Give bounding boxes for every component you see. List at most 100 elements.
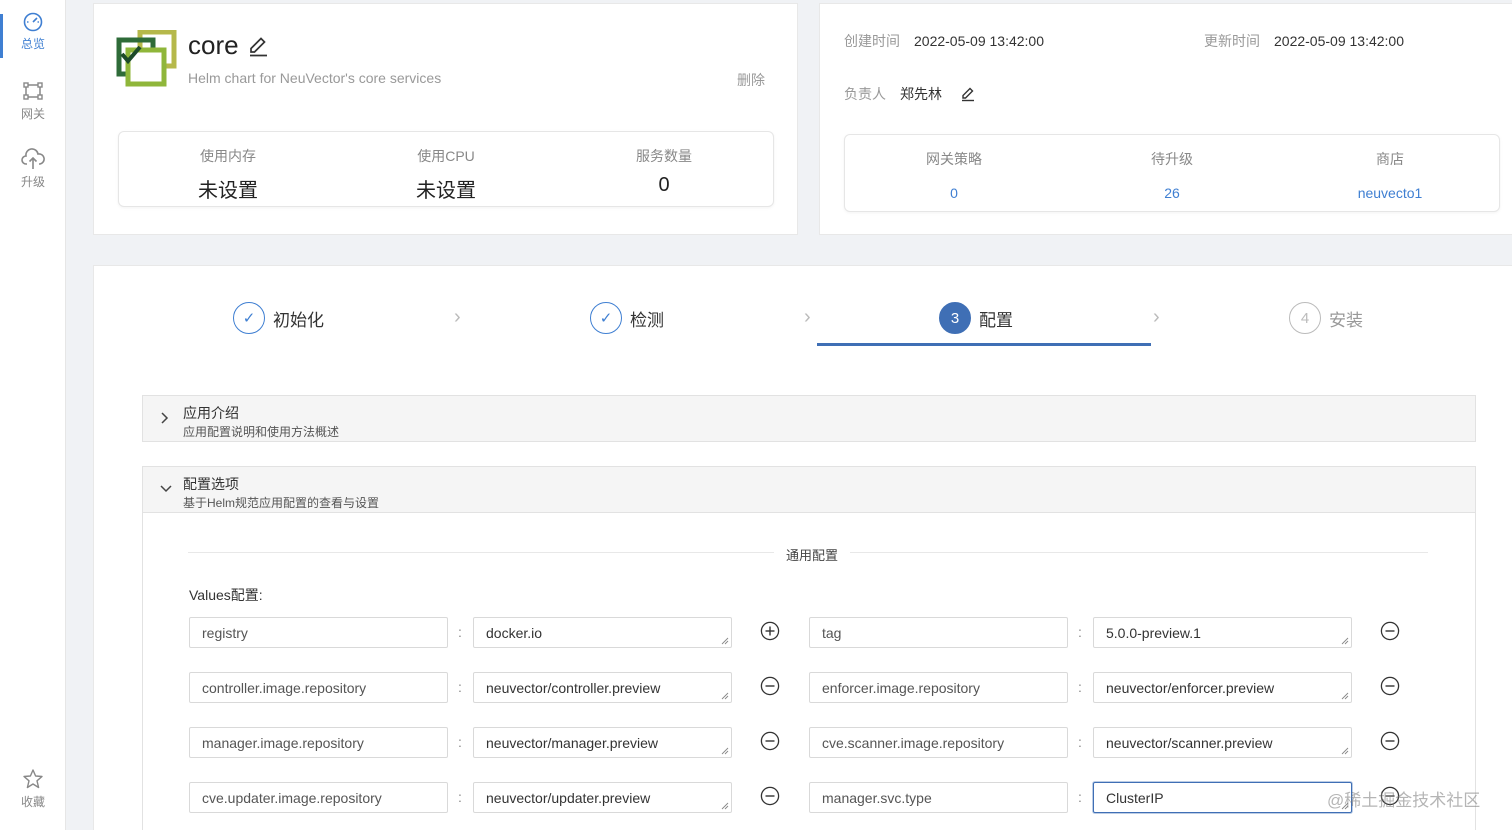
stat-gateway-policy: 网关策略 0 [845, 135, 1063, 201]
key-input[interactable]: registry [189, 617, 448, 648]
value-input[interactable]: neuvector/controller.preview [473, 672, 732, 703]
step-label: 初始化 [273, 310, 324, 330]
stat-value-link[interactable]: neuvecto1 [1281, 185, 1499, 201]
chevron-right-icon: › [454, 306, 461, 328]
chevron-right-icon [161, 412, 169, 424]
edit-owner-icon[interactable] [960, 86, 976, 102]
stat-label: 待升级 [1151, 151, 1193, 167]
stat-label: 商店 [1376, 151, 1404, 167]
remove-row-button[interactable] [760, 786, 780, 806]
key-input-text: enforcer.image.repository [822, 680, 980, 696]
value-input-text: ClusterIP [1106, 790, 1164, 806]
key-value-separator: : [1078, 679, 1082, 695]
stat-cpu: 使用CPU 未设置 [337, 132, 555, 203]
key-value-separator: : [458, 789, 462, 805]
value-input[interactable]: docker.io [473, 617, 732, 648]
add-row-button[interactable] [760, 621, 780, 641]
value-input[interactable]: neuvector/scanner.preview [1093, 727, 1352, 758]
panel-subtitle: 基于Helm规范应用配置的查看与设置 [183, 496, 380, 510]
updated-label: 更新时间 [1204, 33, 1260, 49]
remove-circle-icon [760, 786, 780, 806]
value-input-text: docker.io [486, 625, 543, 641]
key-input-text: manager.svc.type [822, 790, 932, 806]
key-input[interactable]: cve.scanner.image.repository [809, 727, 1068, 758]
stat-label: 使用内存 [200, 148, 256, 164]
active-indicator [0, 14, 3, 58]
watermark: @稀土掘金技术社区 [1327, 791, 1481, 810]
key-value-separator: : [1078, 624, 1082, 640]
stat-store: 商店 neuvecto1 [1281, 135, 1499, 201]
sidebar-item-label: 收藏 [20, 795, 45, 809]
stat-value: 未设置 [416, 180, 476, 202]
active-step-underline [817, 343, 1151, 346]
value-input[interactable]: 5.0.0-preview.1 [1093, 617, 1352, 648]
stat-value-link[interactable]: 0 [845, 185, 1063, 201]
remove-row-button[interactable] [760, 676, 780, 696]
key-input-text: controller.image.repository [202, 680, 367, 696]
value-input-text: neuvector/scanner.preview [1106, 735, 1273, 751]
stat-pending-upgrade: 待升级 26 [1063, 135, 1281, 201]
sidebar-item-favorites[interactable]: 收藏 [0, 768, 66, 810]
sidebar-item-label: 网关 [20, 107, 45, 121]
step-install[interactable]: 4 安装 [1289, 302, 1363, 334]
step-number: 3 [939, 302, 971, 334]
value-input-text: neuvector/enforcer.preview [1106, 680, 1275, 696]
step-number: 4 [1289, 302, 1321, 334]
key-input[interactable]: cve.updater.image.repository [189, 782, 448, 813]
remove-circle-icon [1380, 676, 1400, 696]
sidebar-item-upgrade[interactable]: 升级 [0, 148, 66, 190]
panel-app-intro[interactable]: 应用介绍 应用配置说明和使用方法概述 [142, 395, 1476, 442]
panel-config-options[interactable]: 配置选项 基于Helm规范应用配置的查看与设置 [142, 466, 1476, 513]
value-input[interactable]: neuvector/enforcer.preview [1093, 672, 1352, 703]
check-icon: ✓ [233, 302, 265, 334]
step-detect[interactable]: ✓ 检测 [590, 302, 664, 334]
key-value-separator: : [458, 734, 462, 750]
stat-label: 使用CPU [417, 148, 475, 164]
resize-handle-icon[interactable] [1341, 692, 1349, 700]
owner: 负责人 郑先林 [844, 84, 976, 104]
key-value-separator: : [1078, 789, 1082, 805]
delete-link[interactable]: 删除 [737, 70, 765, 90]
value-input-text: neuvector/updater.preview [486, 790, 651, 806]
value-input[interactable]: neuvector/manager.preview [473, 727, 732, 758]
key-input[interactable]: controller.image.repository [189, 672, 448, 703]
resize-handle-icon[interactable] [1341, 747, 1349, 755]
owner-value: 郑先林 [900, 86, 942, 102]
key-input[interactable]: manager.image.repository [189, 727, 448, 758]
step-init[interactable]: ✓ 初始化 [233, 302, 324, 334]
sidebar-item-overview[interactable]: 总览 [0, 10, 66, 58]
key-input-text: tag [822, 625, 842, 641]
key-input[interactable]: manager.svc.type [809, 782, 1068, 813]
key-value-separator: : [1078, 734, 1082, 750]
sidebar-item-gateway[interactable]: 网关 [0, 80, 66, 122]
check-icon: ✓ [590, 302, 622, 334]
resize-handle-icon[interactable] [721, 802, 729, 810]
stat-value-link[interactable]: 26 [1063, 185, 1281, 201]
key-input[interactable]: tag [809, 617, 1068, 648]
resize-handle-icon[interactable] [721, 637, 729, 645]
section-label: 通用配置 [774, 545, 851, 564]
step-config[interactable]: 3 配置 [939, 302, 1013, 334]
key-value-separator: : [458, 624, 462, 640]
app-title: core [188, 30, 269, 61]
resize-handle-icon[interactable] [1341, 637, 1349, 645]
remove-row-button[interactable] [1380, 676, 1400, 696]
edit-icon[interactable] [247, 35, 269, 57]
resize-handle-icon[interactable] [721, 747, 729, 755]
key-input[interactable]: enforcer.image.repository [809, 672, 1068, 703]
remove-row-button[interactable] [1380, 621, 1400, 641]
step-label: 检测 [630, 310, 664, 330]
resize-handle-icon[interactable] [721, 692, 729, 700]
value-input[interactable]: ClusterIP [1093, 782, 1352, 813]
app-description: Helm chart for NeuVector's core services [188, 70, 442, 86]
add-circle-icon [760, 621, 780, 641]
remove-row-button[interactable] [1380, 731, 1400, 751]
owner-label: 负责人 [844, 86, 886, 102]
stat-value: 未设置 [198, 180, 258, 202]
chevron-right-icon: › [804, 306, 811, 328]
remove-row-button[interactable] [760, 731, 780, 751]
key-input-text: cve.updater.image.repository [202, 790, 382, 806]
value-input[interactable]: neuvector/updater.preview [473, 782, 732, 813]
dashboard-icon [23, 12, 43, 32]
star-icon [23, 769, 43, 789]
